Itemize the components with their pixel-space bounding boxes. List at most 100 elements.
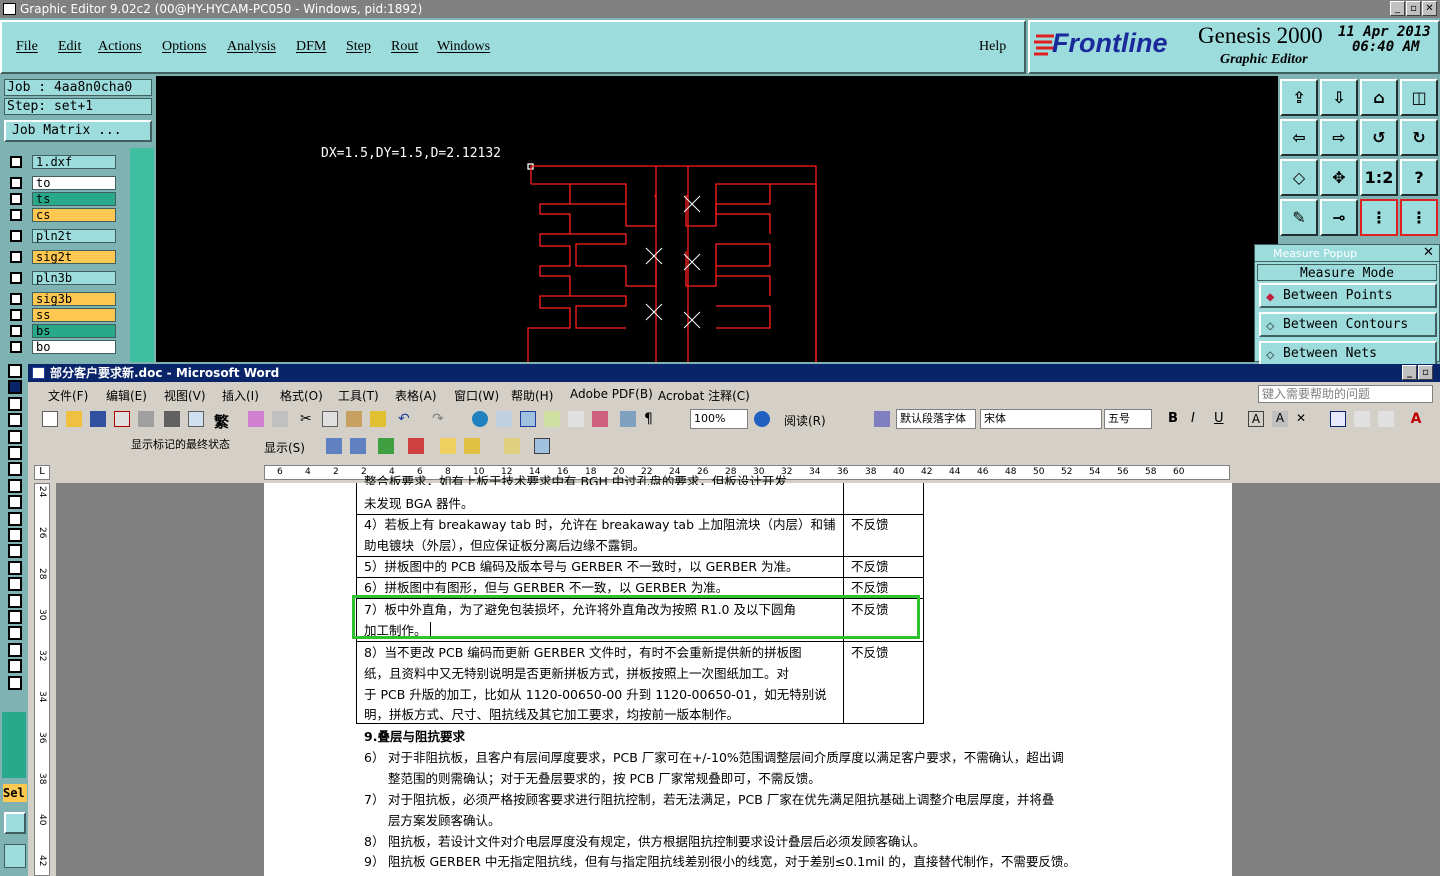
menu-step[interactable]: Step — [346, 39, 371, 55]
layer-checkbox[interactable] — [10, 155, 22, 168]
minimize-icon[interactable]: _ — [1390, 1, 1405, 16]
layer-name[interactable]: sig2t — [32, 249, 116, 264]
copy-icon[interactable] — [322, 411, 338, 427]
layer-name[interactable]: ss — [32, 307, 116, 322]
reviewing-pane-icon[interactable] — [534, 438, 550, 454]
layer-toggle-checkbox[interactable] — [8, 528, 22, 542]
word-menu-file[interactable]: 文件(F) — [48, 387, 88, 404]
layer-checkbox[interactable] — [10, 271, 22, 284]
tool-button-8[interactable]: ◇ — [1280, 159, 1318, 196]
layer-toggle-checkbox[interactable] — [8, 544, 22, 559]
layer-checkbox[interactable] — [10, 176, 22, 189]
font-select[interactable]: 宋体 — [980, 409, 1102, 429]
layer-checkbox[interactable] — [10, 250, 22, 263]
next-change-icon[interactable] — [350, 438, 366, 454]
cut-icon[interactable]: ✂ — [300, 411, 312, 427]
layer-name[interactable]: pln3b — [32, 270, 116, 285]
help-icon[interactable] — [754, 411, 770, 427]
tool-button-3[interactable]: ◫ — [1400, 79, 1438, 116]
layer-row-bo[interactable]: bo — [6, 339, 116, 354]
menu-help[interactable]: Help — [979, 39, 1006, 55]
layer-name[interactable]: to — [32, 175, 116, 190]
layer-checkbox[interactable] — [10, 292, 22, 305]
font-size-select[interactable]: 五号 — [1104, 409, 1152, 429]
char-scale-icon[interactable]: ✕ — [1296, 411, 1312, 427]
layer-name[interactable]: cs — [32, 207, 116, 222]
tables-borders-icon[interactable] — [496, 411, 512, 427]
insert-comment-icon[interactable] — [440, 438, 456, 454]
word-menu-format[interactable]: 格式(O) — [280, 387, 323, 404]
tool-button-6[interactable]: ↺ — [1360, 119, 1398, 156]
tool-button-5[interactable]: ⇨ — [1320, 119, 1358, 156]
layer-row-bs[interactable]: bs — [6, 323, 116, 338]
undo-icon[interactable]: ↶ — [398, 411, 410, 427]
menu-options[interactable]: Options — [162, 39, 206, 55]
tool-button-15[interactable]: ⋮ — [1400, 199, 1438, 236]
show-markup-button[interactable]: 显示(S) — [264, 439, 305, 456]
layer-name[interactable]: sig3b — [32, 291, 116, 306]
word-menu-edit[interactable]: 编辑(E) — [106, 387, 147, 404]
layer-row-cs[interactable]: cs — [6, 207, 116, 222]
accept-change-icon[interactable] — [378, 438, 394, 454]
layer-checkbox[interactable] — [10, 208, 22, 221]
print-icon[interactable] — [164, 411, 180, 427]
layer-toggle-checkbox[interactable] — [8, 577, 22, 592]
between-points-option[interactable]: ◆ Between Points — [1259, 283, 1437, 308]
tool-button-0[interactable]: ⇪ — [1280, 79, 1318, 116]
close-icon[interactable]: ✕ — [1422, 1, 1437, 16]
layer-toggle-checkbox[interactable] — [8, 675, 22, 690]
layer-toggle-checkbox[interactable] — [8, 560, 22, 575]
zoom-select[interactable]: 100% — [690, 409, 748, 429]
document-map-icon[interactable] — [620, 411, 636, 427]
close-icon[interactable]: ✕ — [1423, 245, 1434, 260]
help-question-input[interactable]: 键入需要帮助的问题 — [1258, 385, 1433, 403]
track-changes-icon[interactable] — [504, 438, 520, 454]
tool-button-9[interactable]: ✥ — [1320, 159, 1358, 196]
tool-button-13[interactable]: ⊸ — [1320, 199, 1358, 236]
tool-button-1[interactable]: ⇩ — [1320, 79, 1358, 116]
style-select[interactable]: 默认段落字体 — [896, 409, 976, 429]
layer-row-sig3b[interactable]: sig3b — [6, 291, 116, 306]
research-icon[interactable] — [248, 411, 264, 427]
restore-icon[interactable]: ▫ — [1418, 365, 1433, 380]
sel-indicator[interactable]: Sel — [3, 784, 27, 802]
tool-button-7[interactable]: ↻ — [1400, 119, 1438, 156]
menu-actions[interactable]: Actions — [98, 39, 142, 55]
drawing-icon[interactable] — [592, 411, 608, 427]
align-right-icon[interactable] — [1378, 411, 1394, 427]
translate-icon[interactable] — [272, 411, 288, 427]
graphic-canvas[interactable]: DX=1.5,DY=1.5,D=2.12132 — [156, 76, 1278, 362]
menu-edit[interactable]: Edit — [58, 39, 81, 55]
layer-toggle-checkbox[interactable] — [8, 413, 22, 428]
show-hide-icon[interactable]: ¶ — [644, 411, 653, 427]
layer-toggle-checkbox[interactable] — [8, 446, 22, 460]
layer-row-to[interactable]: to — [6, 175, 116, 190]
between-nets-option[interactable]: ◇ Between Nets — [1259, 341, 1437, 366]
layer-name[interactable]: bs — [32, 323, 116, 338]
word-menu-tools[interactable]: 工具(T) — [338, 387, 379, 404]
reject-change-icon[interactable] — [408, 438, 424, 454]
layer-toggle-checkbox[interactable] — [8, 659, 22, 674]
layer-checkbox[interactable] — [10, 340, 22, 353]
columns-icon[interactable] — [568, 411, 584, 427]
layer-toggle-checkbox[interactable] — [8, 610, 22, 624]
layer-row-pln2t[interactable]: pln2t — [6, 228, 116, 243]
layer-checkbox[interactable] — [10, 308, 22, 321]
tool-button-2[interactable]: ⌂ — [1360, 79, 1398, 116]
align-left-icon[interactable] — [1330, 411, 1346, 427]
paste-icon[interactable] — [346, 411, 362, 427]
menu-analysis[interactable]: Analysis — [227, 39, 276, 55]
tool-button-10[interactable]: 1:2 — [1360, 159, 1398, 196]
layer-row-pln3b[interactable]: pln3b — [6, 270, 116, 285]
email-icon[interactable] — [138, 411, 154, 427]
between-contours-option[interactable]: ◇ Between Contours — [1259, 312, 1437, 337]
maximize-icon[interactable]: ▫ — [1406, 1, 1421, 16]
edit-tool-icon[interactable] — [4, 812, 26, 834]
char-border-icon[interactable]: A — [1248, 411, 1264, 427]
layer-row-sig2t[interactable]: sig2t — [6, 249, 116, 264]
markup-state-select[interactable]: 显示标记的最终状态 — [128, 436, 258, 456]
permission-icon[interactable] — [114, 411, 130, 427]
tool-button-12[interactable]: ✎ — [1280, 199, 1318, 236]
new-document-icon[interactable] — [42, 411, 58, 427]
tab-selector-icon[interactable]: L — [34, 465, 50, 480]
